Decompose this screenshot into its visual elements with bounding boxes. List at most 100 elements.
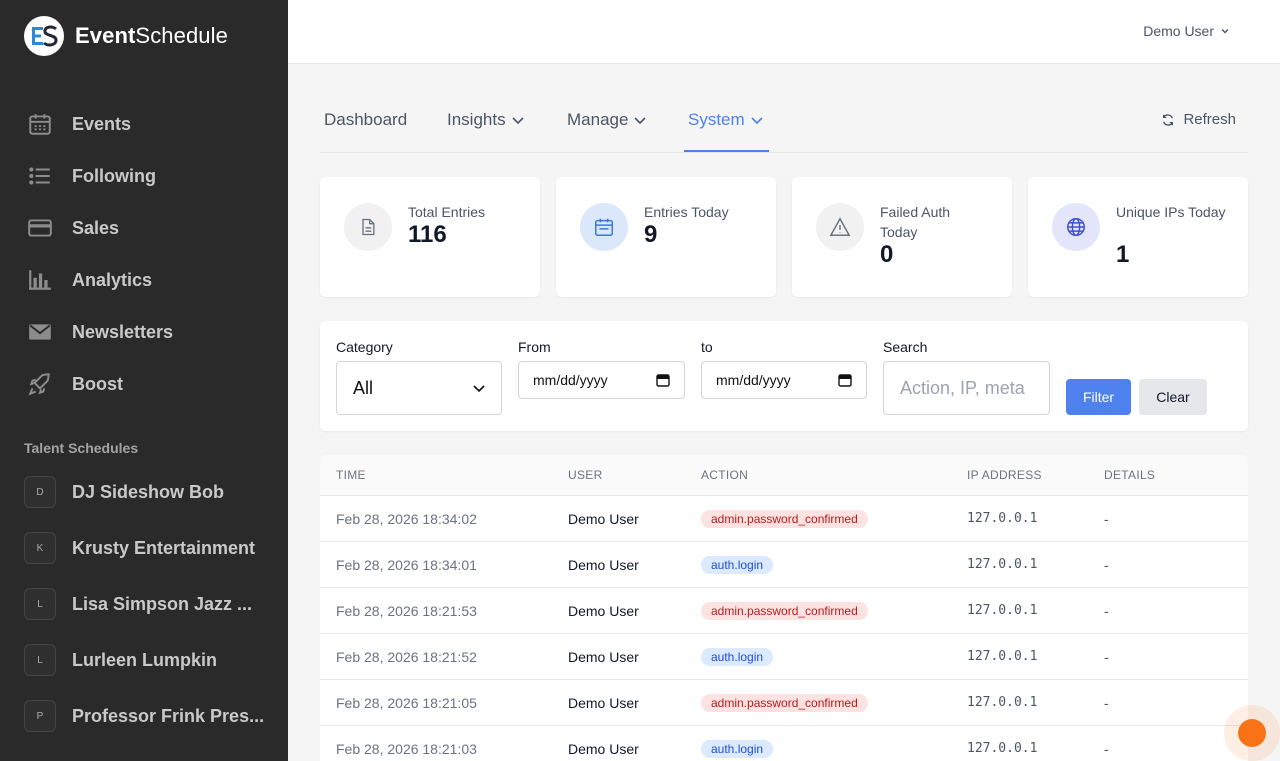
audit-log-table: TIME USER ACTION IP ADDRESS DETAILS Feb … — [320, 455, 1248, 761]
sidebar-item-sales[interactable]: Sales — [24, 202, 274, 254]
talent-name: Lurleen Lumpkin — [72, 649, 218, 670]
stat-value: 116 — [408, 221, 447, 248]
brand-name: EventSchedule — [75, 23, 228, 48]
to-label: to — [701, 339, 713, 355]
column-header-details: DETAILS — [1104, 468, 1156, 482]
talent-avatar: P — [24, 700, 56, 732]
sidebar-item-label: Following — [72, 165, 156, 186]
tab-label: Manage — [567, 110, 629, 129]
talent-item[interactable]: D DJ Sideshow Bob — [24, 464, 274, 520]
sidebar-item-analytics[interactable]: Analytics — [24, 254, 274, 306]
filter-button[interactable]: Filter — [1066, 379, 1131, 415]
sidebar-item-label: Analytics — [72, 269, 153, 290]
brand-logo[interactable]: EventSchedule — [24, 16, 228, 56]
tab-dashboard[interactable]: Dashboard — [324, 100, 407, 152]
tab-label: Insights — [447, 110, 506, 129]
calendar-icon — [580, 203, 628, 251]
sidebar-item-newsletters[interactable]: Newsletters — [24, 306, 274, 358]
sidebar-item-label: Boost — [72, 373, 123, 394]
row-ip: 127.0.0.1 — [967, 511, 1038, 526]
talent-avatar: D — [24, 476, 56, 508]
row-details: - — [1104, 741, 1109, 757]
tab-bar: Dashboard Insights Manage System Refresh — [320, 100, 1248, 153]
row-action: admin.password_confirmed — [701, 510, 868, 528]
category-select[interactable]: All — [336, 361, 502, 415]
document-icon — [344, 203, 392, 251]
talent-list: D DJ Sideshow Bob K Krusty Entertainment… — [24, 464, 274, 744]
row-user: Demo User — [568, 603, 639, 619]
row-action: admin.password_confirmed — [701, 602, 868, 620]
talent-name: Krusty Entertainment — [72, 537, 256, 558]
warning-icon — [816, 203, 864, 251]
action-badge: auth.login — [701, 648, 774, 666]
search-input[interactable]: Action, IP, meta — [883, 361, 1050, 415]
talent-name: Professor Frink Pres... — [72, 705, 265, 726]
calendar-icon[interactable] — [656, 373, 670, 387]
chat-widget-button[interactable] — [1238, 719, 1266, 747]
stat-label: Failed Auth Today — [880, 204, 951, 240]
row-time: Feb 28, 2026 18:21:53 — [336, 603, 477, 619]
tab-insights[interactable]: Insights — [447, 100, 524, 152]
row-user: Demo User — [568, 741, 639, 757]
row-user: Demo User — [568, 649, 639, 665]
row-action: admin.password_confirmed — [701, 694, 868, 712]
row-ip: 127.0.0.1 — [967, 649, 1038, 664]
row-user: Demo User — [568, 695, 639, 711]
row-action: auth.login — [701, 648, 774, 666]
stat-card-total-entries: Total Entries 116 — [320, 177, 540, 297]
talent-item[interactable]: P Professor Frink Pres... — [24, 688, 274, 744]
tab-manage[interactable]: Manage — [567, 100, 647, 152]
talent-item[interactable]: L Lisa Simpson Jazz ... — [24, 576, 274, 632]
action-badge: auth.login — [701, 556, 774, 574]
stat-label: Entries Today — [644, 204, 729, 220]
calendar-icon[interactable] — [838, 373, 852, 387]
tab-system[interactable]: System — [684, 100, 769, 152]
row-time: Feb 28, 2026 18:34:02 — [336, 511, 477, 527]
action-badge: auth.login — [701, 740, 774, 758]
refresh-icon — [1163, 113, 1174, 126]
refresh-button[interactable]: Refresh — [1161, 111, 1236, 128]
row-details: - — [1104, 603, 1109, 619]
row-action: auth.login — [701, 556, 774, 574]
row-details: - — [1104, 511, 1109, 527]
search-placeholder: Action, IP, meta — [900, 377, 1025, 398]
category-value: All — [353, 377, 374, 398]
talent-item[interactable]: K Krusty Entertainment — [24, 520, 274, 576]
top-bar: Demo User — [288, 0, 1280, 64]
talent-avatar: K — [24, 532, 56, 564]
to-date-input[interactable]: mm/dd/yyyy — [701, 361, 867, 399]
row-action: auth.login — [701, 740, 774, 758]
row-details: - — [1104, 695, 1109, 711]
refresh-label: Refresh — [1183, 111, 1236, 128]
stat-label: Total Entries — [408, 204, 486, 220]
from-date-value: mm/dd/yyyy — [533, 372, 608, 388]
stat-card-failed-auth: Failed Auth Today 0 — [792, 177, 1012, 297]
row-details: - — [1104, 649, 1109, 665]
credit-card-icon — [24, 212, 56, 244]
talent-avatar: L — [24, 644, 56, 676]
row-time: Feb 28, 2026 18:34:01 — [336, 557, 477, 573]
sidebar-item-events[interactable]: Events — [24, 98, 274, 150]
sidebar-item-boost[interactable]: Boost — [24, 358, 274, 410]
sidebar-item-label: Events — [72, 113, 132, 134]
talent-item[interactable]: L Lurleen Lumpkin — [24, 632, 274, 688]
filter-panel: Category All From mm/dd/yyyy to mm/dd/yy… — [320, 321, 1248, 431]
action-badge: admin.password_confirmed — [701, 602, 868, 620]
column-header-action: ACTION — [701, 468, 749, 482]
sidebar-item-following[interactable]: Following — [24, 150, 274, 202]
user-menu[interactable]: Demo User — [1143, 23, 1230, 39]
row-ip: 127.0.0.1 — [967, 741, 1038, 756]
row-user: Demo User — [568, 511, 639, 527]
list-icon — [24, 160, 56, 192]
chevron-down-icon — [473, 385, 485, 393]
logo-mark-icon — [24, 16, 64, 56]
category-label: Category — [336, 339, 393, 355]
envelope-icon — [24, 316, 56, 348]
sidebar-item-label: Sales — [72, 217, 120, 238]
globe-icon — [1052, 203, 1100, 251]
stat-card-unique-ips: Unique IPs Today 1 — [1028, 177, 1248, 297]
stat-value: 1 — [1116, 241, 1130, 268]
clear-button[interactable]: Clear — [1139, 379, 1207, 415]
talent-schedules-heading: Talent Schedules — [24, 440, 139, 456]
from-date-input[interactable]: mm/dd/yyyy — [518, 361, 685, 399]
